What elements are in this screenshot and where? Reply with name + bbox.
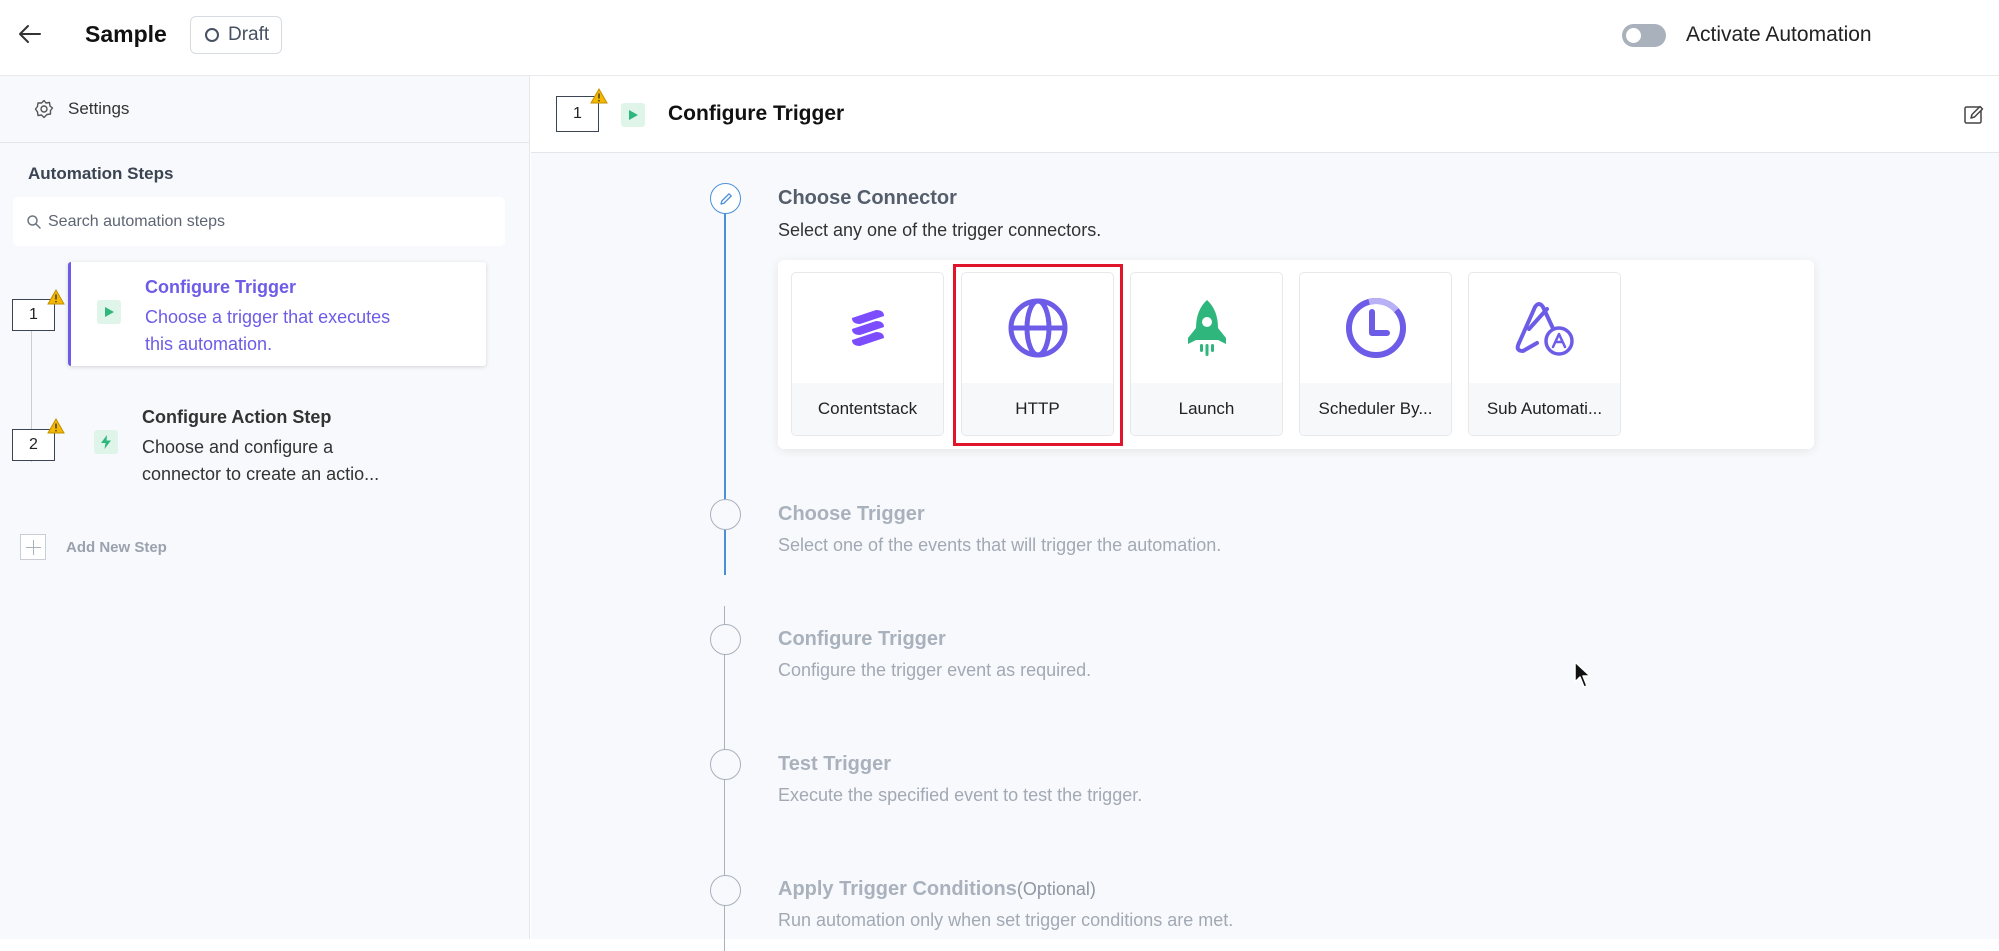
add-new-step-button[interactable]: Add New Step [20,534,167,560]
status-badge: Draft [190,16,283,54]
connector-label: Contentstack [792,383,943,435]
section-description: Select any one of the trigger connectors… [778,220,1102,240]
gear-icon [34,99,54,119]
main-header: 1 Configure Trigger [531,76,1999,153]
timeline-node [710,875,741,906]
section-description: Configure the trigger event as required. [778,660,1092,680]
rocket-icon [1131,273,1282,383]
play-icon [621,103,645,127]
lightning-icon [94,430,118,454]
section-title-text: Apply Trigger Conditions [778,878,1017,900]
section-title: Choose Connector [778,187,957,209]
search-bar [13,197,505,246]
play-icon [97,300,121,324]
selection-highlight [953,264,1123,446]
step-description: Choose and configure a connector to crea… [142,437,380,484]
section-title: Test Trigger [778,753,891,775]
step-title: Configure Trigger [145,277,297,297]
step-card-configure-trigger[interactable]: Configure Trigger Choose a trigger that … [68,262,486,366]
clock-icon [1300,273,1451,383]
plus-icon [20,534,46,560]
connector-label: Sub Automati... [1469,383,1620,435]
step-card-configure-action[interactable]: Configure Action Step Choose and configu… [68,392,486,496]
search-input[interactable] [48,212,488,231]
contentstack-icon [792,273,943,383]
activate-toggle[interactable] [1622,24,1666,47]
timeline-node [710,499,741,530]
search-icon [27,214,41,229]
section-description: Execute the specified event to test the … [778,785,1143,805]
step-description: Choose a trigger that executes this auto… [145,307,391,354]
step-title: Configure Action Step [142,407,332,427]
main-panel: 1 Configure Trigger Choose Connector Sel… [531,76,1999,951]
add-step-label: Add New Step [66,538,167,556]
connector-label: Launch [1131,383,1282,435]
steps-heading: Automation Steps [28,164,174,183]
section-title: Choose Trigger [778,503,925,525]
section-title-apply-conditions: Apply Trigger Conditions(Optional) [778,878,1096,901]
status-label: Draft [228,24,270,45]
page-title: Configure Trigger [668,102,845,125]
warning-icon [47,289,65,305]
settings-label: Settings [68,99,130,118]
connector-card-scheduler[interactable]: Scheduler By... [1299,272,1452,436]
settings-button[interactable]: Settings [0,76,529,143]
connector-label: Scheduler By... [1300,383,1451,435]
draft-circle-icon [205,28,219,42]
activate-label: Activate Automation [1686,23,1872,46]
top-bar: Sample Draft Activate Automation [0,0,1999,76]
section-description: Run automation only when set trigger con… [778,910,1234,930]
optional-label: (Optional) [1016,879,1096,899]
back-arrow-icon[interactable] [16,20,44,48]
sidebar: Settings Automation Steps 1 Configure Tr… [0,76,530,939]
pencil-icon [710,183,741,214]
connector-card-contentstack[interactable]: Contentstack [791,272,944,436]
connector-panel: Contentstack HTTP Launch Scheduler By...… [778,260,1814,449]
connector-card-launch[interactable]: Launch [1130,272,1283,436]
section-description: Select one of the events that will trigg… [778,535,1222,555]
toggle-knob [1626,28,1641,43]
edit-icon[interactable] [1963,104,1985,126]
automation-title: Sample [85,21,167,47]
warning-icon [590,88,608,104]
mouse-cursor-icon [1574,661,1591,688]
connector-card-sub-automation[interactable]: Sub Automati... [1468,272,1621,436]
timeline-node [710,624,741,655]
timeline-node [710,749,741,780]
warning-icon [47,418,65,434]
section-title: Configure Trigger [778,628,946,650]
sub-automation-icon [1469,273,1620,383]
